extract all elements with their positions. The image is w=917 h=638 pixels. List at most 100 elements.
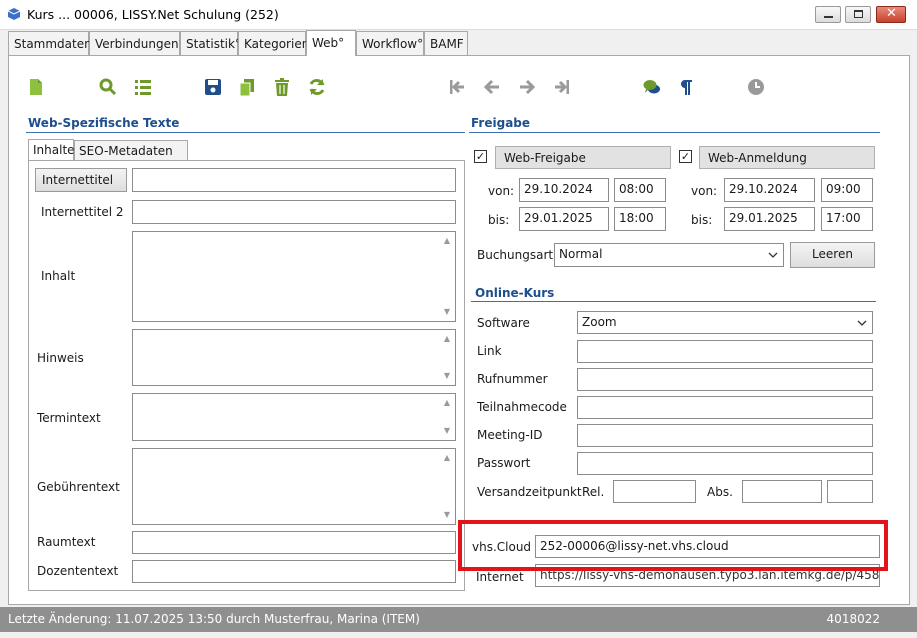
software-value: Zoom	[582, 315, 617, 329]
tab-kategorien[interactable]: Kategorien	[238, 31, 309, 55]
tab-workflow[interactable]: Workflow°	[356, 31, 424, 55]
web-freigabe-label: Web-Freigabe	[495, 146, 671, 169]
refresh-icon[interactable]	[307, 77, 327, 97]
search-icon[interactable]	[98, 77, 118, 97]
freigabe-header: Freigabe	[471, 116, 531, 130]
scroll-up-icon[interactable]: ▲	[443, 237, 451, 245]
next-record-icon[interactable]	[517, 77, 537, 97]
inhalt-textarea[interactable]: ▲ ▼	[132, 231, 456, 322]
software-label: Software	[477, 316, 530, 330]
dozententext-field[interactable]	[132, 560, 456, 583]
minimize-icon	[824, 16, 833, 18]
highlight-box	[458, 520, 888, 571]
versand-abs-time-field[interactable]	[827, 480, 873, 503]
versandzeitpunkt-label: Versandzeitpunkt	[477, 485, 582, 499]
scroll-down-icon[interactable]: ▼	[443, 372, 451, 380]
gebuehrentext-textarea[interactable]: ▲ ▼	[132, 448, 456, 525]
rel-label: Rel.	[582, 485, 605, 499]
tab-web[interactable]: Web°	[306, 30, 356, 56]
minimize-button[interactable]	[815, 6, 841, 23]
copy-icon[interactable]	[237, 77, 257, 97]
chevron-down-icon	[857, 320, 867, 326]
main-tabbar: Stammdaten Verbindungen° Statistik° Kate…	[8, 30, 908, 56]
status-bar: Letzte Änderung: 11.07.2025 13:50 durch …	[0, 607, 917, 632]
scroll-up-icon[interactable]: ▲	[443, 399, 451, 407]
scroll-down-icon[interactable]: ▼	[443, 511, 451, 519]
scroll-up-icon[interactable]: ▲	[443, 335, 451, 343]
web-anmeldung-checkbox[interactable]: ✓	[679, 150, 692, 163]
web-freigabe-checkbox[interactable]: ✓	[474, 150, 487, 163]
link-label: Link	[477, 344, 502, 358]
scroll-down-icon[interactable]: ▼	[443, 308, 451, 316]
scroll-up-icon[interactable]: ▲	[443, 454, 451, 462]
internettitel2-field[interactable]	[132, 200, 456, 224]
tab-verbindungen[interactable]: Verbindungen°	[89, 31, 185, 55]
close-button[interactable]: ✕	[876, 6, 906, 23]
paragraph-icon[interactable]	[676, 77, 696, 97]
internettitel-button[interactable]: Internettitel	[35, 168, 127, 192]
rufnummer-field[interactable]	[577, 368, 873, 391]
inhalt-scrollbar[interactable]: ▲ ▼	[440, 233, 454, 320]
last-change-text: Letzte Änderung: 11.07.2025 13:50 durch …	[8, 612, 420, 626]
leeren-button[interactable]: Leeren	[790, 242, 875, 268]
raumtext-label: Raumtext	[37, 535, 96, 549]
raumtext-field[interactable]	[132, 531, 456, 554]
teilnahmecode-field[interactable]	[577, 396, 873, 419]
abs-label: Abs.	[707, 485, 733, 499]
subtab-inhalte[interactable]: Inhalte	[28, 139, 75, 161]
web-texts-divider	[26, 132, 465, 133]
save-icon[interactable]	[203, 77, 223, 97]
termintext-scrollbar[interactable]: ▲ ▼	[440, 395, 454, 439]
close-icon: ✕	[886, 6, 897, 21]
termintext-textarea[interactable]: ▲ ▼	[132, 393, 456, 441]
anmeldung-bis-label: bis:	[691, 213, 713, 227]
previous-record-icon[interactable]	[482, 77, 502, 97]
internet-label: Internet	[476, 570, 524, 584]
maximize-button[interactable]	[845, 6, 871, 23]
tab-statistik[interactable]: Statistik°	[180, 31, 241, 55]
list-icon[interactable]	[133, 77, 153, 97]
anmeldung-bis-time[interactable]: 17:00	[821, 207, 873, 231]
tab-stammdaten[interactable]: Stammdaten	[8, 31, 92, 55]
title-bar: Kurs ... 00006, LISSY.Net Schulung (252)…	[0, 0, 917, 30]
freigabe-bis-time[interactable]: 18:00	[614, 207, 666, 231]
passwort-field[interactable]	[577, 452, 873, 475]
web-texts-subtabs: Inhalte SEO-Metadaten	[28, 139, 468, 162]
link-field[interactable]	[577, 340, 873, 363]
freigabe-bis-date[interactable]: 29.01.2025	[519, 207, 609, 231]
anmeldung-von-time[interactable]: 09:00	[821, 178, 873, 202]
anmeldung-von-date[interactable]: 29.10.2024	[724, 178, 815, 202]
rufnummer-label: Rufnummer	[477, 372, 548, 386]
versand-abs-date-field[interactable]	[742, 480, 822, 503]
inhalt-label: Inhalt	[41, 269, 76, 283]
freigabe-von-label: von:	[488, 184, 515, 198]
chevron-down-icon	[768, 252, 778, 258]
hinweis-scrollbar[interactable]: ▲ ▼	[440, 331, 454, 384]
subtab-seo-metadaten[interactable]: SEO-Metadaten	[74, 140, 188, 160]
software-select[interactable]: Zoom	[577, 311, 873, 334]
buchungsart-select[interactable]: Normal	[554, 243, 784, 267]
online-kurs-divider	[471, 301, 876, 302]
hinweis-textarea[interactable]: ▲ ▼	[132, 329, 456, 386]
first-record-icon[interactable]	[447, 77, 467, 97]
anmeldung-bis-date[interactable]: 29.01.2025	[724, 207, 815, 231]
online-kurs-header: Online-Kurs	[475, 286, 555, 300]
maximize-icon	[854, 10, 863, 18]
internettitel-field[interactable]	[132, 168, 456, 192]
last-record-icon[interactable]	[552, 77, 572, 97]
delete-icon[interactable]	[272, 77, 292, 97]
history-clock-icon[interactable]	[746, 77, 766, 97]
freigabe-von-time[interactable]: 08:00	[614, 178, 666, 202]
versand-rel-field[interactable]	[613, 480, 696, 503]
tab-bamf[interactable]: BAMF	[424, 31, 468, 55]
freigabe-divider	[469, 132, 880, 133]
anmeldung-von-label: von:	[691, 184, 718, 198]
teilnahmecode-label: Teilnahmecode	[477, 400, 567, 414]
scroll-down-icon[interactable]: ▼	[443, 427, 451, 435]
new-document-icon[interactable]	[26, 77, 46, 97]
gebuehrentext-scrollbar[interactable]: ▲ ▼	[440, 450, 454, 523]
meeting-id-field[interactable]	[577, 424, 873, 447]
dozententext-label: Dozententext	[37, 564, 119, 578]
comments-icon[interactable]	[642, 77, 662, 97]
freigabe-von-date[interactable]: 29.10.2024	[519, 178, 609, 202]
